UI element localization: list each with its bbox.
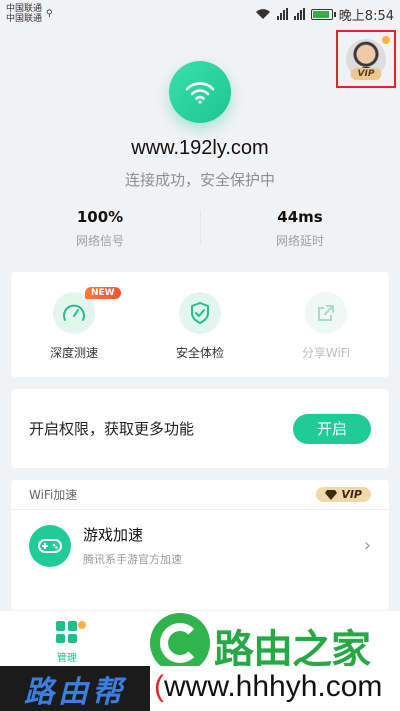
enable-permission-button[interactable]: 开启 [293,413,371,444]
speed-test-label: 深度测速 [49,346,98,360]
share-icon [305,292,347,334]
game-accel-item[interactable]: 游戏加速 腾讯系手游官方加速 › [11,510,389,581]
latency-stat: 44ms 网络延时 [200,208,400,249]
game-accel-info: 游戏加速 腾讯系手游官方加速 [83,524,182,567]
watermark-url: (www.hhhyh.com [154,670,382,704]
security-check-tool[interactable]: 安全体检 [137,272,263,377]
clock: 晚上8:54 [338,8,394,24]
nav-manage-tab[interactable]: 管理 [42,621,92,664]
chevron-right-icon: › [363,535,371,556]
notification-dot [382,36,390,44]
signal-label: 网络信号 [75,234,124,248]
watermark-logo-icon [150,613,210,673]
signal-stat: 100% 网络信号 [0,208,200,249]
gamepad-icon [29,524,71,567]
watermark-url-text: www.hhhyh.com [164,670,383,703]
carrier-1: 中国联通 [6,4,43,14]
permission-text: 开启权限，获取更多功能 [29,420,195,438]
profile-avatar-button[interactable]: VIP [336,30,396,88]
grid-icon [56,621,78,643]
shield-check-icon [179,292,221,334]
game-accel-title: 游戏加速 [83,526,144,544]
wifi-accel-card: WiFi加速 VIP 游戏加速 腾讯系手游官方加速 › [11,480,389,610]
watermark-banner: 路由帮 (www.hhhyh.com [0,666,400,711]
wifi-status-icon [255,9,270,19]
latency-label: 网络延时 [275,234,324,248]
network-stats: 100% 网络信号 44ms 网络延时 [0,208,400,249]
carrier-info: 中国联通 中国联通 [6,4,42,24]
vip-badge: VIP [350,68,382,80]
connection-status: 连接成功，安全保护中 [124,171,275,189]
signal-2-icon [293,8,305,20]
status-bar: 中国联通 中国联通 ⚲ 晚上8:54 [0,0,400,28]
stats-divider [200,210,201,244]
carrier-2: 中国联通 [6,14,43,24]
latency-value: 44ms [277,208,323,226]
signal-value: 100% [76,208,124,226]
accel-section-title: WiFi加速 [29,488,78,502]
wifi-connected-icon [169,61,231,123]
permission-card: 开启权限，获取更多功能 开启 [11,389,389,468]
network-name: www.192ly.com [131,137,269,159]
game-accel-desc: 腾讯系手游官方加速 [83,553,182,566]
nav-notification-dot [78,621,86,629]
usb-icon: ⚲ [46,9,53,19]
tools-card: 深度测速 NEW 安全体检 分享WiFi [11,272,389,377]
battery-icon [310,8,336,20]
share-wifi-label: 分享WiFi [301,346,351,360]
share-wifi-tool[interactable]: 分享WiFi [263,272,389,377]
diamond-icon [325,489,338,500]
watermark-paren: ( [154,670,164,703]
vip-pill-label: VIP [341,488,362,501]
signal-1-icon [276,8,288,20]
new-badge: NEW [85,287,121,299]
vip-pill[interactable]: VIP [316,487,371,502]
security-check-label: 安全体检 [175,346,224,360]
nav-manage-label: 管理 [57,653,77,664]
accel-header: WiFi加速 VIP [11,480,389,510]
watermark-left-text: 路由帮 [0,666,150,711]
speed-test-tool[interactable]: 深度测速 NEW [11,272,137,377]
